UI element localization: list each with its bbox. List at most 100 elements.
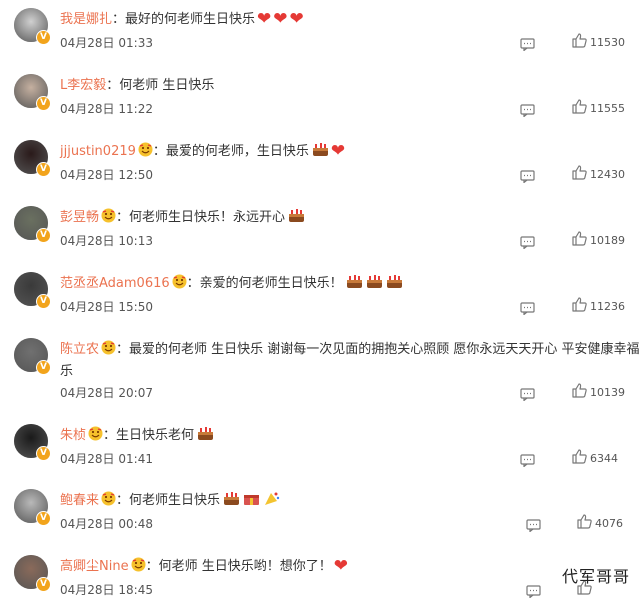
- comment-icon[interactable]: [520, 452, 535, 471]
- colon: ：: [116, 493, 130, 508]
- comment-text: 最爱的何老师，生日快乐: [165, 144, 309, 159]
- avatar[interactable]: V: [14, 140, 51, 177]
- member-emoji-icon: [136, 142, 153, 159]
- comment-icon[interactable]: [520, 300, 535, 319]
- like-count: 10139: [590, 386, 625, 399]
- comment-date: 04月28日: [60, 234, 115, 248]
- party-icon: [260, 492, 280, 508]
- heart-icon: ❤: [333, 556, 348, 576]
- comment-time: 12:50: [118, 168, 153, 182]
- username[interactable]: 朱桢: [60, 428, 86, 443]
- comment-date: 04月28日: [60, 583, 115, 597]
- comment-item: V 高卿尘Nine ：何老师 生日快乐哟！想你了！ ❤ 04月28日 18:45: [0, 553, 640, 615]
- comment-timestamp: 04月28日 18:45: [60, 581, 153, 598]
- verified-badge-icon: V: [36, 96, 51, 111]
- comment-date: 04月28日: [60, 300, 115, 314]
- username[interactable]: 彭昱畅: [60, 210, 99, 225]
- username[interactable]: 鲍春来: [60, 493, 99, 508]
- like-icon[interactable]: [572, 33, 587, 52]
- like-icon[interactable]: [572, 165, 587, 184]
- username[interactable]: 范丞丞Adam0616: [60, 276, 170, 291]
- comment-date: 04月28日: [60, 386, 115, 400]
- comment-icon[interactable]: [526, 517, 541, 536]
- like-icon[interactable]: [572, 449, 587, 468]
- comment-icon[interactable]: [526, 583, 541, 602]
- like-icon[interactable]: [572, 99, 587, 118]
- like-count: 11236: [590, 300, 625, 313]
- comment-item: V L李宏毅：何老师 生日快乐 04月28日 11:22 11555: [0, 72, 640, 134]
- username[interactable]: jjjustin0219: [60, 144, 136, 159]
- comment-icon[interactable]: [520, 386, 535, 405]
- comment-item: Vjjjustin0219 ：最爱的何老师，生日快乐 ❤ 04月28日 12:50 12…: [0, 138, 640, 200]
- heart-icon: ❤: [289, 9, 304, 29]
- comment-item: V 鲍春来 ：何老师生日快乐 04月28日 00:48 4076: [0, 487, 640, 549]
- comment-icon[interactable]: [520, 36, 535, 55]
- comment-text: 何老师 生日快乐哟！想你了！: [158, 559, 332, 574]
- avatar[interactable]: V: [14, 74, 51, 111]
- avatar[interactable]: V: [14, 424, 51, 461]
- comment-time: 15:50: [118, 300, 153, 314]
- member-emoji-icon: [129, 557, 146, 574]
- cake-icon: [309, 143, 329, 159]
- username[interactable]: 我是娜扎: [60, 12, 112, 27]
- comment-date: 04月28日: [60, 517, 115, 531]
- cake-icon: [383, 275, 403, 291]
- comment-text: 生日快乐老何: [116, 428, 195, 443]
- cake-icon: [363, 275, 383, 291]
- comment-icon[interactable]: [520, 168, 535, 187]
- avatar[interactable]: V: [14, 555, 51, 592]
- cake-icon: [343, 275, 363, 291]
- comment-icon[interactable]: [520, 234, 535, 253]
- comment-timestamp: 04月28日 01:41: [60, 450, 153, 467]
- like-count: 4076: [595, 517, 623, 530]
- watermark: 代军哥哥: [561, 567, 630, 586]
- avatar[interactable]: V: [14, 272, 51, 309]
- avatar[interactable]: V: [14, 206, 51, 243]
- username[interactable]: L李宏毅: [60, 78, 106, 93]
- like-count: 6344: [590, 452, 618, 465]
- verified-badge-icon: V: [36, 511, 51, 526]
- like-count: 10189: [590, 234, 625, 247]
- member-emoji-icon: [99, 491, 116, 508]
- comment-time: 00:48: [118, 517, 153, 531]
- comment-text-wrap: 乐: [60, 364, 74, 379]
- comment-text: 最好的何老师生日快乐: [125, 12, 256, 27]
- verified-badge-icon: V: [36, 30, 51, 45]
- avatar[interactable]: V: [14, 8, 51, 45]
- comment-time: 18:45: [118, 583, 153, 597]
- verified-badge-icon: V: [36, 294, 51, 309]
- username[interactable]: 陈立农: [60, 342, 99, 357]
- like-icon[interactable]: [572, 231, 587, 250]
- comment-item: V 范丞丞Adam0616 ：亲爱的何老师生日快乐！ 04月28日 15:50 1123…: [0, 270, 640, 332]
- avatar[interactable]: V: [14, 489, 51, 526]
- cake-icon: [220, 492, 240, 508]
- like-icon[interactable]: [572, 383, 587, 402]
- comment-text: 亲爱的何老师生日快乐！: [199, 276, 343, 291]
- colon: ：: [186, 276, 200, 291]
- gift-icon: [240, 493, 260, 508]
- like-count: 11530: [590, 36, 625, 49]
- comment-time: 01:41: [118, 452, 153, 466]
- verified-badge-icon: V: [36, 228, 51, 243]
- member-emoji-icon: [99, 208, 116, 225]
- comment-date: 04月28日: [60, 452, 115, 466]
- avatar[interactable]: V: [14, 338, 51, 375]
- member-emoji-icon: [86, 426, 103, 443]
- cake-icon: [285, 209, 305, 225]
- like-icon[interactable]: [577, 514, 592, 533]
- heart-icon: ❤: [257, 9, 272, 29]
- verified-badge-icon: V: [36, 577, 51, 592]
- comment-item: V 陈立农 ：最爱的何老师 生日快乐 谢谢每一次见面的拥抱关心照顾 愿你永远天天开心…: [0, 336, 640, 416]
- verified-badge-icon: V: [36, 446, 51, 461]
- cake-icon: [194, 427, 214, 443]
- comment-date: 04月28日: [60, 102, 115, 116]
- comment-time: 01:33: [118, 36, 153, 50]
- colon: ：: [145, 559, 159, 574]
- comment-timestamp: 04月28日 00:48: [60, 515, 153, 532]
- member-emoji-icon: [170, 274, 187, 291]
- comment-icon[interactable]: [520, 102, 535, 121]
- username[interactable]: 高卿尘Nine: [60, 559, 129, 574]
- like-icon[interactable]: [572, 297, 587, 316]
- comment-item: V 我是娜扎：最好的何老师生日快乐 ❤ ❤ ❤ 04月28日 01:33 11530: [0, 6, 640, 68]
- comment-timestamp: 04月28日 10:13: [60, 232, 153, 249]
